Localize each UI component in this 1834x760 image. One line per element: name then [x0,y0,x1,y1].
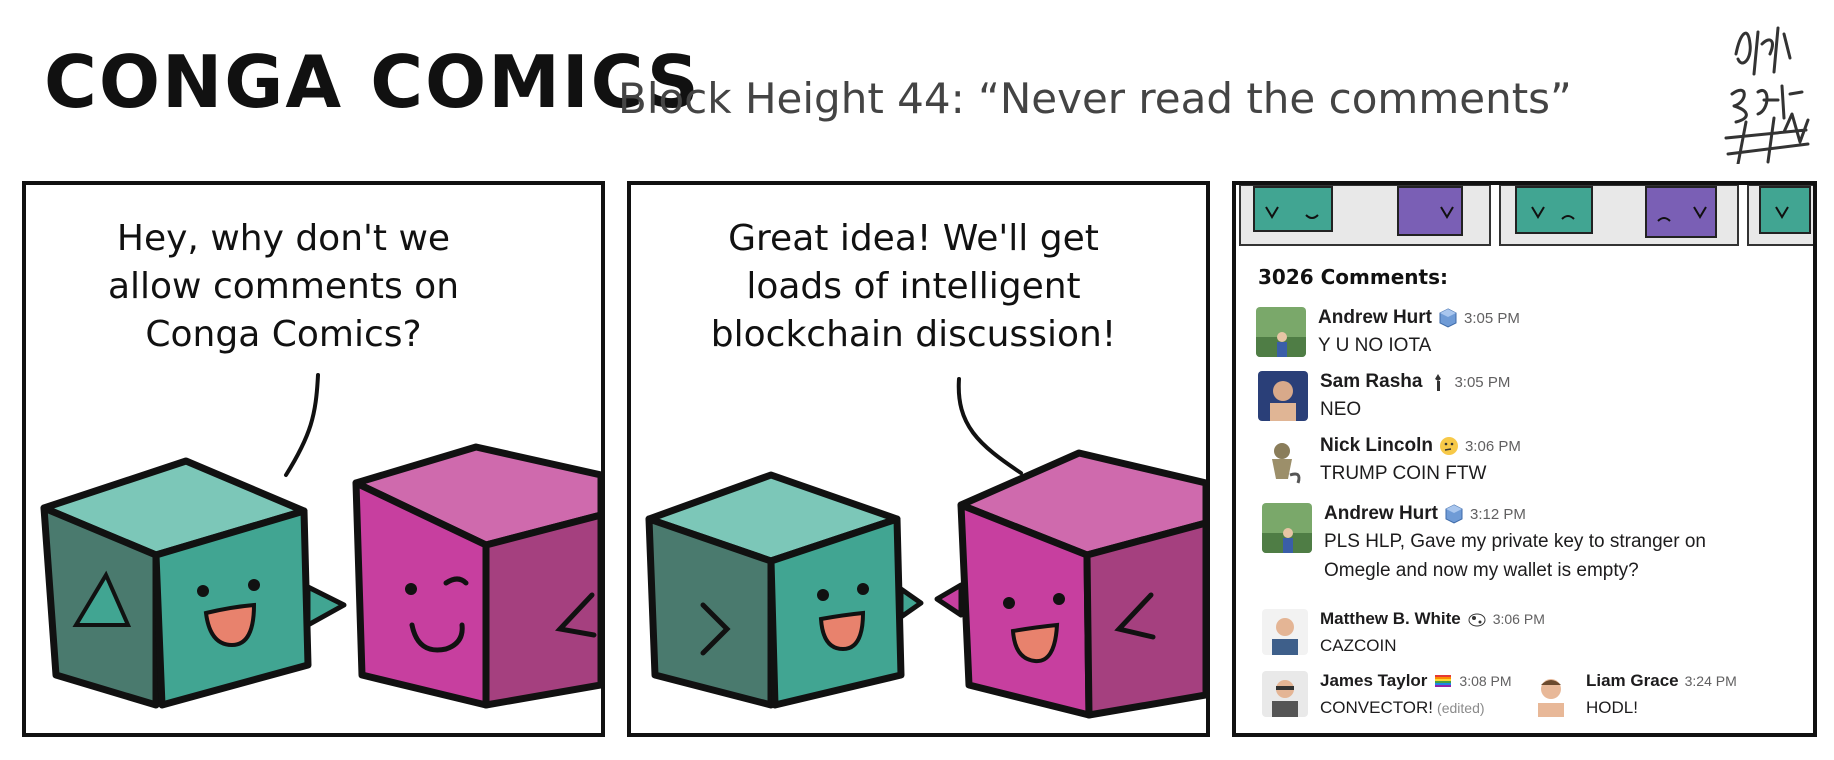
comment-item: Matthew B. White 3:06 PM CAZCOIN [1262,609,1545,660]
comment-item: James Taylor 3:08 PM CONVECTOR! (edited) [1262,671,1512,723]
teal-cube-2 [645,471,924,709]
comment-time[interactable]: 3:05 PM [1454,374,1510,391]
avatar[interactable] [1262,503,1312,553]
magenta-cube [352,443,601,709]
comment-author[interactable]: Nick Lincoln [1320,435,1433,457]
comment-time[interactable]: 3:24 PM [1685,673,1737,689]
comic-logo: CONGA COMICS [44,40,701,124]
comment-author[interactable]: Andrew Hurt [1318,307,1432,329]
cow-icon [1467,609,1487,629]
mini-comic-strip [1236,185,1813,249]
comment-time[interactable]: 3:06 PM [1493,611,1545,627]
comment-author[interactable]: Andrew Hurt [1324,503,1438,525]
panel-2-scene [645,377,1206,719]
eye-right [248,579,260,591]
comment-time[interactable]: 3:05 PM [1464,310,1520,327]
avatar[interactable] [1262,609,1308,655]
magenta-eye-right-2 [1053,593,1065,605]
magenta-mouth-2 [1010,622,1060,664]
thinking-face-icon [1439,436,1459,456]
teal-cube [40,457,347,709]
teal-cube-2-nose [898,586,924,620]
comment-text: TRUMP COIN FTW [1320,463,1487,484]
comment-author[interactable]: Liam Grace [1586,671,1679,691]
avatar[interactable] [1528,671,1574,717]
torch-icon [1428,372,1448,392]
comment-count: 3026 Comments: [1258,265,1448,289]
comment-item: Sam Rasha 3:05 PM NEO [1258,371,1510,424]
comment-text: Y U NO IOTA [1318,335,1432,356]
magenta-cube-2 [934,449,1206,719]
comic-panel-3: 3026 Comments: Andrew Hurt 3:05 PM Y U N… [1232,181,1817,737]
comment-item: Liam Grace 3:24 PM HODL! [1528,671,1737,722]
avatar[interactable] [1258,371,1308,421]
comment-text: CONVECTOR! [1320,698,1434,717]
comment-text: NEO [1320,399,1362,420]
magenta-eye-left-2 [1003,597,1015,609]
comment-author[interactable]: Sam Rasha [1320,371,1422,393]
teal-cube-nose [305,584,347,628]
avatar[interactable] [1256,307,1306,357]
comment-item: Andrew Hurt 3:05 PM Y U NO IOTA [1256,307,1520,360]
avatar[interactable] [1262,671,1308,717]
comment-text: CAZCOIN [1320,636,1397,655]
eye-right-2 [857,583,869,595]
eye-left [197,585,209,597]
comment-author[interactable]: James Taylor [1320,671,1427,691]
comment-time[interactable]: 3:08 PM [1459,673,1511,689]
comic-episode-title: Block Height 44: “Never read the comment… [618,74,1572,123]
comment-time[interactable]: 3:12 PM [1470,506,1526,523]
smiling-mouth-2 [818,610,866,652]
comment-text: PLS HLP, Gave my private key to stranger… [1324,531,1706,581]
magenta-cube-2-side [1083,519,1206,719]
comic-panel-1: Hey, why don't we allow comments on Cong… [22,181,605,737]
comment-text: HODL! [1586,698,1638,717]
cube-icon [1444,504,1464,524]
speech-tail-1 [284,373,320,477]
panel-1-scene [40,373,601,709]
comic-panel-2: Great idea! We'll get loads of intellige… [627,181,1210,737]
magenta-cube-2-nose [934,582,964,618]
avatar[interactable] [1258,435,1308,485]
comment-item: Andrew Hurt 3:12 PM PLS HLP, Gave my pri… [1262,503,1782,585]
comment-item: Nick Lincoln 3:06 PM TRUMP COIN FTW [1258,435,1521,488]
rainbow-flag-icon [1433,671,1453,691]
comment-author[interactable]: Matthew B. White [1320,609,1461,629]
edited-label: (edited) [1437,700,1485,716]
eye-left-2 [817,589,829,601]
speech-tail-2 [956,377,1023,475]
cube-icon [1438,308,1458,328]
comment-text-wrap: CONVECTOR! (edited) [1320,693,1512,723]
magenta-eye-left [405,583,417,595]
magenta-cube-side [482,511,601,709]
comment-time[interactable]: 3:06 PM [1465,438,1521,455]
signature-scribble [1724,26,1810,164]
